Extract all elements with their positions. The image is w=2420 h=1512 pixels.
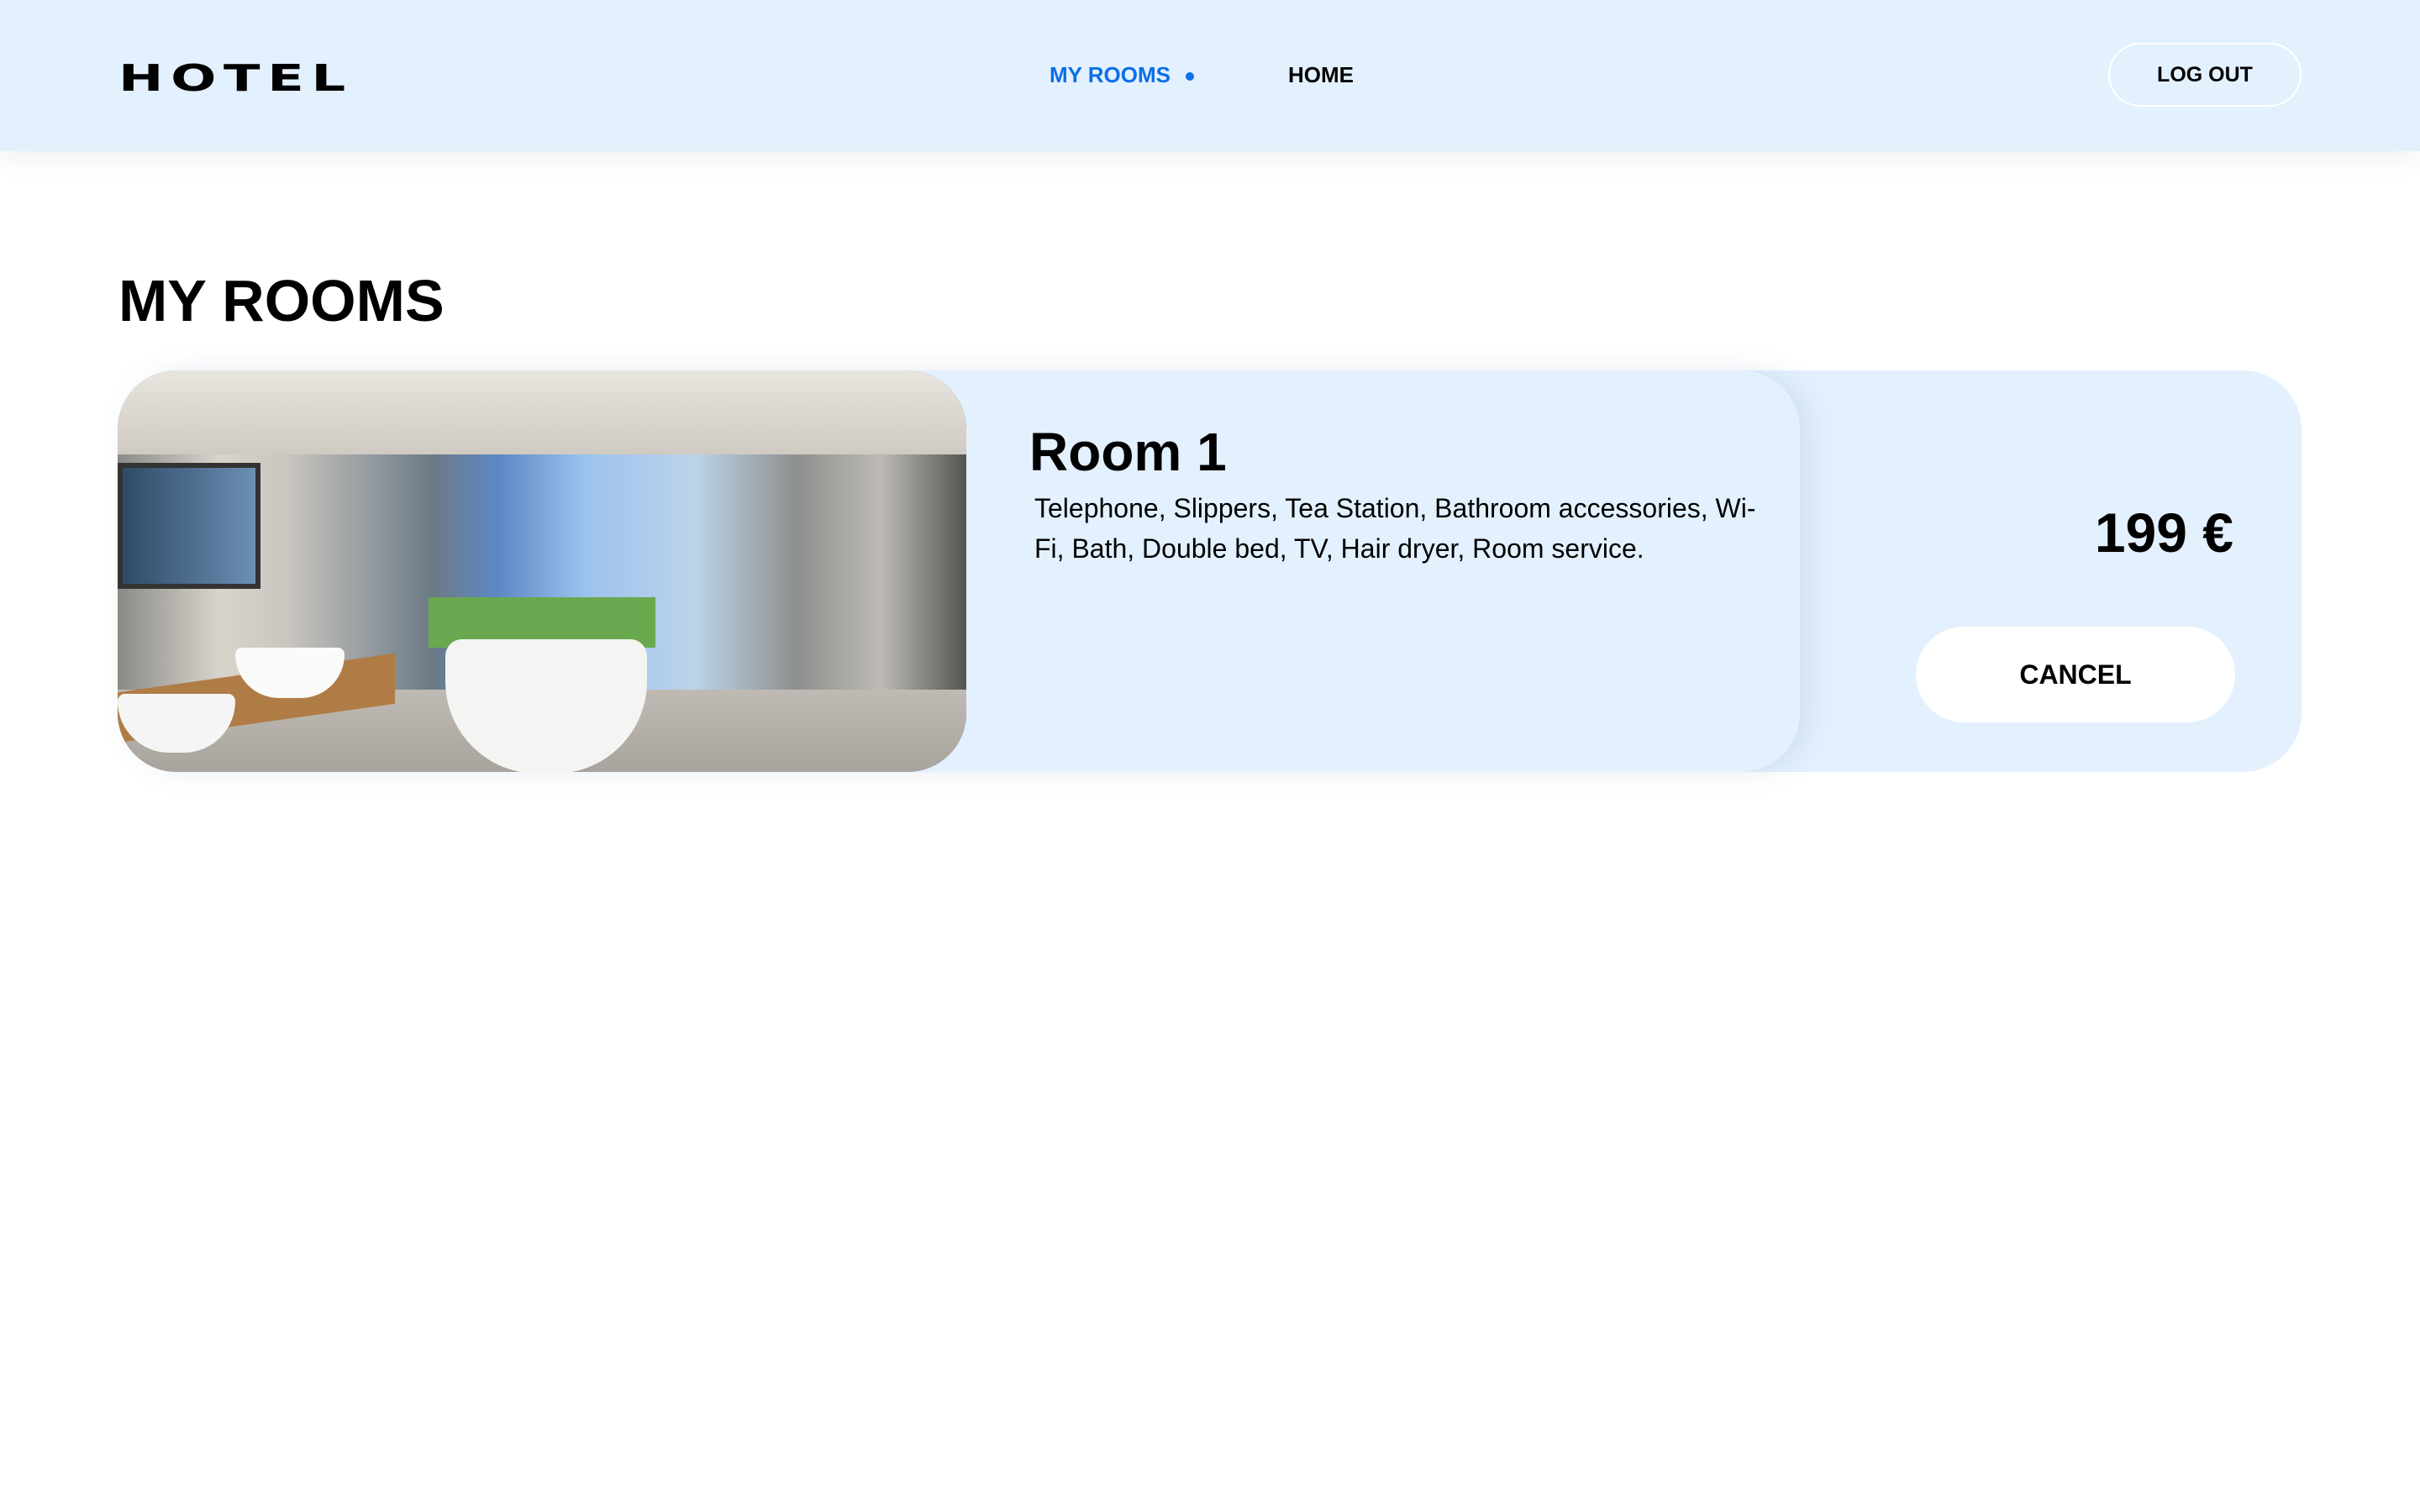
photo-window <box>118 463 260 589</box>
page-title: MY ROOMS <box>118 268 445 333</box>
room-price: 199 € <box>2094 501 2233 564</box>
nav-home[interactable]: HOME <box>1288 62 1354 88</box>
room-photo <box>118 370 966 772</box>
cancel-booking-button[interactable]: CANCEL <box>1916 627 2235 722</box>
room-card: Room 1 Telephone, Slippers, Tea Station,… <box>118 370 2302 772</box>
nav-my-rooms-label: MY ROOMS <box>1050 62 1171 87</box>
active-indicator-dot-icon <box>1185 72 1194 81</box>
top-navbar: HOTEL MY ROOMS HOME LOG OUT <box>0 0 2420 151</box>
room-info-panel: Room 1 Telephone, Slippers, Tea Station,… <box>118 370 1800 772</box>
photo-ceiling <box>118 370 966 454</box>
room-amenities: Telephone, Slippers, Tea Station, Bathro… <box>1034 493 1756 564</box>
logout-button[interactable]: LOG OUT <box>2108 43 2302 107</box>
room-name: Room 1 <box>1029 422 1227 482</box>
hotel-logo[interactable]: HOTEL <box>118 57 353 100</box>
nav-my-rooms[interactable]: MY ROOMS <box>1050 62 1194 88</box>
